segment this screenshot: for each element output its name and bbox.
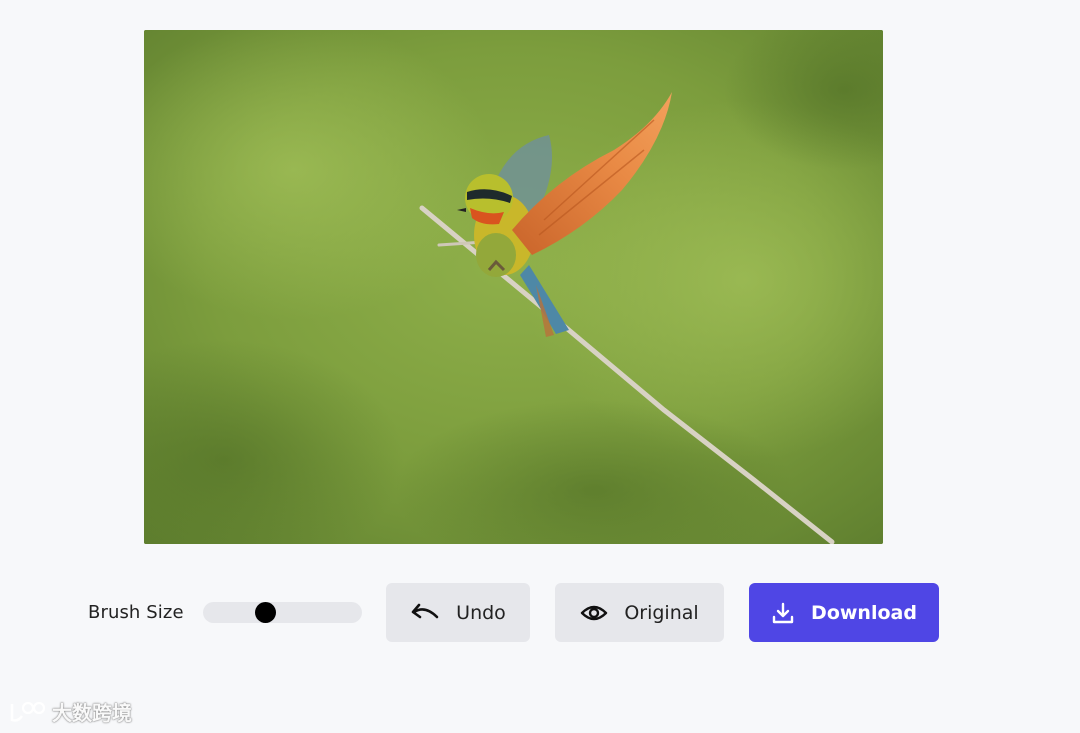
download-icon	[771, 601, 795, 625]
original-button[interactable]: Original	[555, 583, 724, 642]
download-label: Download	[811, 601, 917, 624]
editor-page: Brush Size Undo Original Download 大数跨境	[0, 0, 1080, 733]
watermark-logo-icon	[10, 701, 46, 722]
watermark: 大数跨境	[8, 697, 132, 726]
undo-label: Undo	[456, 601, 506, 624]
undo-icon	[410, 602, 440, 624]
brush-size-slider[interactable]	[203, 602, 362, 623]
original-label: Original	[624, 601, 699, 624]
image-canvas[interactable]	[144, 30, 883, 544]
undo-button[interactable]: Undo	[386, 583, 530, 642]
eye-icon	[580, 603, 608, 623]
bird-photo	[144, 30, 883, 544]
watermark-text: 大数跨境	[52, 701, 132, 725]
editor-toolbar: Brush Size Undo Original Download	[0, 583, 1080, 643]
brush-size-slider-thumb[interactable]	[255, 602, 276, 623]
download-button[interactable]: Download	[749, 583, 939, 642]
brush-size-label: Brush Size	[88, 602, 184, 623]
